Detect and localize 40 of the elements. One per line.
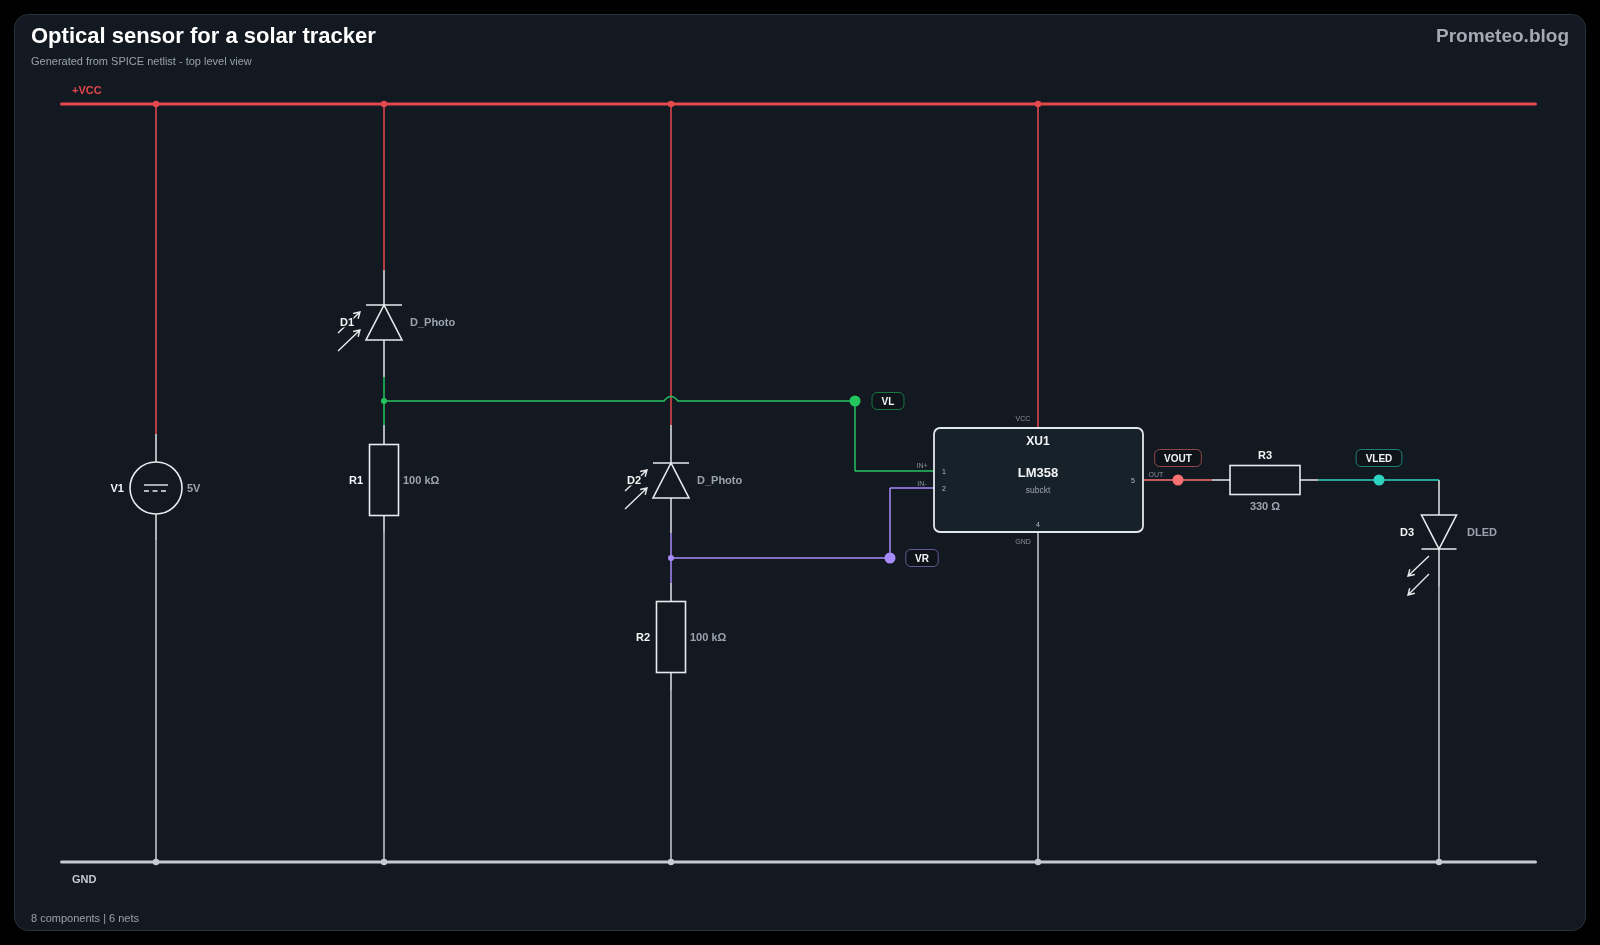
junction-dot-icon	[380, 100, 388, 108]
component-ref: D3	[1399, 526, 1414, 538]
subtitle: Generated from SPICE netlist - top level view	[31, 54, 253, 68]
model-type: subckt	[1025, 485, 1051, 495]
component-value: 330 Ω	[1249, 500, 1281, 512]
component-ref: V1	[110, 482, 124, 494]
junction-dot-icon	[1435, 858, 1443, 866]
summary-text: 8 components | 6 nets	[31, 911, 140, 925]
photodiode-symbol	[337, 303, 404, 352]
rail-label: GND	[72, 873, 97, 885]
junction-dot-icon	[1034, 858, 1042, 866]
net-label: VL	[871, 392, 905, 410]
page-title: Optical sensor for a solar tracker	[31, 24, 376, 48]
junction-dot-icon	[1034, 100, 1042, 108]
component-ref: R2	[635, 631, 650, 643]
component-value: DLED	[1467, 526, 1497, 538]
component-value: D_Photo	[410, 316, 456, 328]
junction-dot-icon	[152, 100, 160, 108]
component-value: 100 kΩ	[403, 474, 440, 486]
dc-source-symbol	[129, 461, 183, 515]
resistor-symbol	[1229, 464, 1301, 496]
junction-dot-icon	[667, 858, 675, 866]
photodiode-symbol	[624, 461, 691, 510]
component-value: D_Photo	[697, 474, 743, 486]
net-label: VOUT	[1154, 449, 1202, 467]
brand-name: Prometeo.blog	[1436, 24, 1569, 48]
junction-dot-icon	[667, 100, 675, 108]
net-label: VR	[905, 549, 939, 567]
junction-dot-icon	[380, 858, 388, 866]
component-ref: R3	[1257, 449, 1273, 461]
component-ref: XU1	[1026, 434, 1050, 448]
junction-dot-icon	[668, 555, 674, 561]
component-value: 100 kΩ	[690, 631, 727, 643]
component-value: 5V	[187, 482, 201, 494]
junction-dot-icon	[152, 858, 160, 866]
part-name: LM358	[1017, 465, 1059, 480]
rail-label: +VCC	[72, 84, 102, 96]
net-label: VLED	[1355, 449, 1403, 467]
junction-dot-icon	[381, 398, 387, 404]
component-ref: R1	[348, 474, 363, 486]
